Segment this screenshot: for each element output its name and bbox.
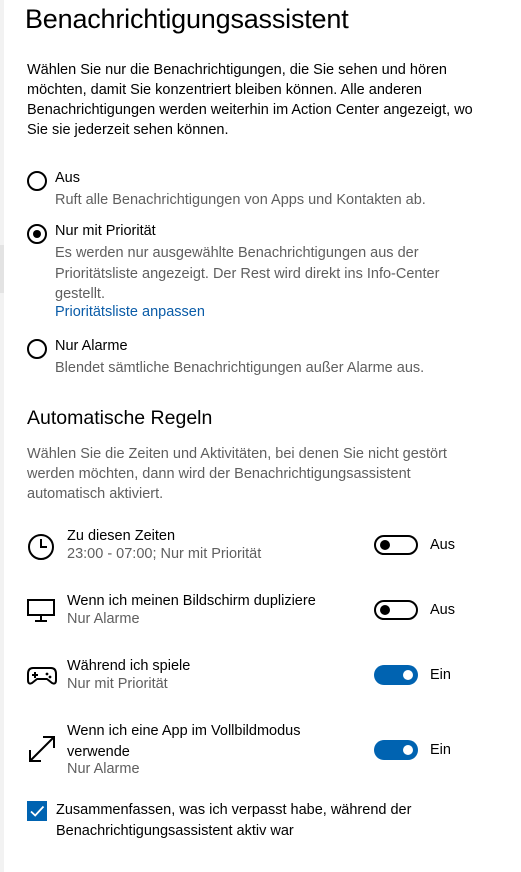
rule-title: Wenn ich meinen Bildschirm dupliziere bbox=[67, 593, 316, 609]
rule-subtitle: 23:00 - 07:00; Nur mit Priorität bbox=[67, 546, 262, 562]
left-rail bbox=[0, 0, 4, 872]
radio-alarms[interactable] bbox=[27, 339, 47, 359]
page-title: Benachrichtigungsassistent bbox=[25, 4, 349, 34]
mode-label: Nur Alarme bbox=[55, 338, 128, 354]
rule-title: Während ich spiele bbox=[67, 658, 191, 674]
mode-description: Ruft alle Benachrichtigungen von Apps un… bbox=[55, 192, 426, 208]
rule-subtitle: Nur Alarme bbox=[67, 761, 140, 777]
rule-duplicate-toggle[interactable] bbox=[374, 600, 418, 620]
fullscreen-icon bbox=[29, 736, 55, 762]
toggle-state-label: Aus bbox=[430, 537, 455, 553]
mode-label: Aus bbox=[55, 170, 80, 186]
priority-list-link[interactable]: Prioritätsliste anpassen bbox=[55, 304, 205, 320]
rule-times-toggle[interactable] bbox=[374, 535, 418, 555]
automatic-rules-description: Wählen Sie die Zeiten und Aktivitäten, b… bbox=[27, 446, 447, 502]
toggle-knob bbox=[403, 670, 413, 680]
rule-subtitle: Nur mit Priorität bbox=[67, 676, 168, 692]
radio-priority[interactable] bbox=[27, 224, 47, 244]
summary-checkbox[interactable] bbox=[27, 801, 47, 821]
clock-icon bbox=[28, 534, 54, 560]
mode-description: Blendet sämtliche Benachrichtigungen auß… bbox=[55, 360, 425, 376]
checkmark-icon bbox=[30, 805, 45, 817]
toggle-state-label: Ein bbox=[430, 667, 451, 683]
gamepad-icon bbox=[27, 667, 57, 685]
radio-selected-dot bbox=[33, 230, 41, 238]
radio-aus[interactable] bbox=[27, 171, 47, 191]
mode-description: Es werden nur ausgewählte Benachrichtigu… bbox=[55, 245, 440, 302]
rule-subtitle: Nur Alarme bbox=[67, 611, 140, 627]
toggle-knob bbox=[380, 540, 390, 550]
summary-checkbox-label: Zusammenfassen, was ich verpasst habe, w… bbox=[56, 802, 412, 839]
toggle-knob bbox=[380, 605, 390, 615]
mode-label: Nur mit Priorität bbox=[55, 223, 156, 239]
automatic-rules-heading: Automatische Regeln bbox=[27, 407, 213, 429]
rule-title: Zu diesen Zeiten bbox=[67, 528, 176, 544]
toggle-state-label: Ein bbox=[430, 742, 451, 758]
rule-fullscreen-toggle[interactable] bbox=[374, 740, 418, 760]
toggle-state-label: Aus bbox=[430, 602, 455, 618]
intro-text: Wählen Sie nur die Benachrichtigungen, d… bbox=[27, 62, 473, 138]
rule-gaming-toggle[interactable] bbox=[374, 665, 418, 685]
toggle-knob bbox=[403, 745, 413, 755]
rule-title: Wenn ich eine App im Vollbildmodus verwe… bbox=[67, 723, 301, 760]
scroll-indicator bbox=[0, 245, 4, 293]
monitor-icon bbox=[27, 599, 55, 622]
